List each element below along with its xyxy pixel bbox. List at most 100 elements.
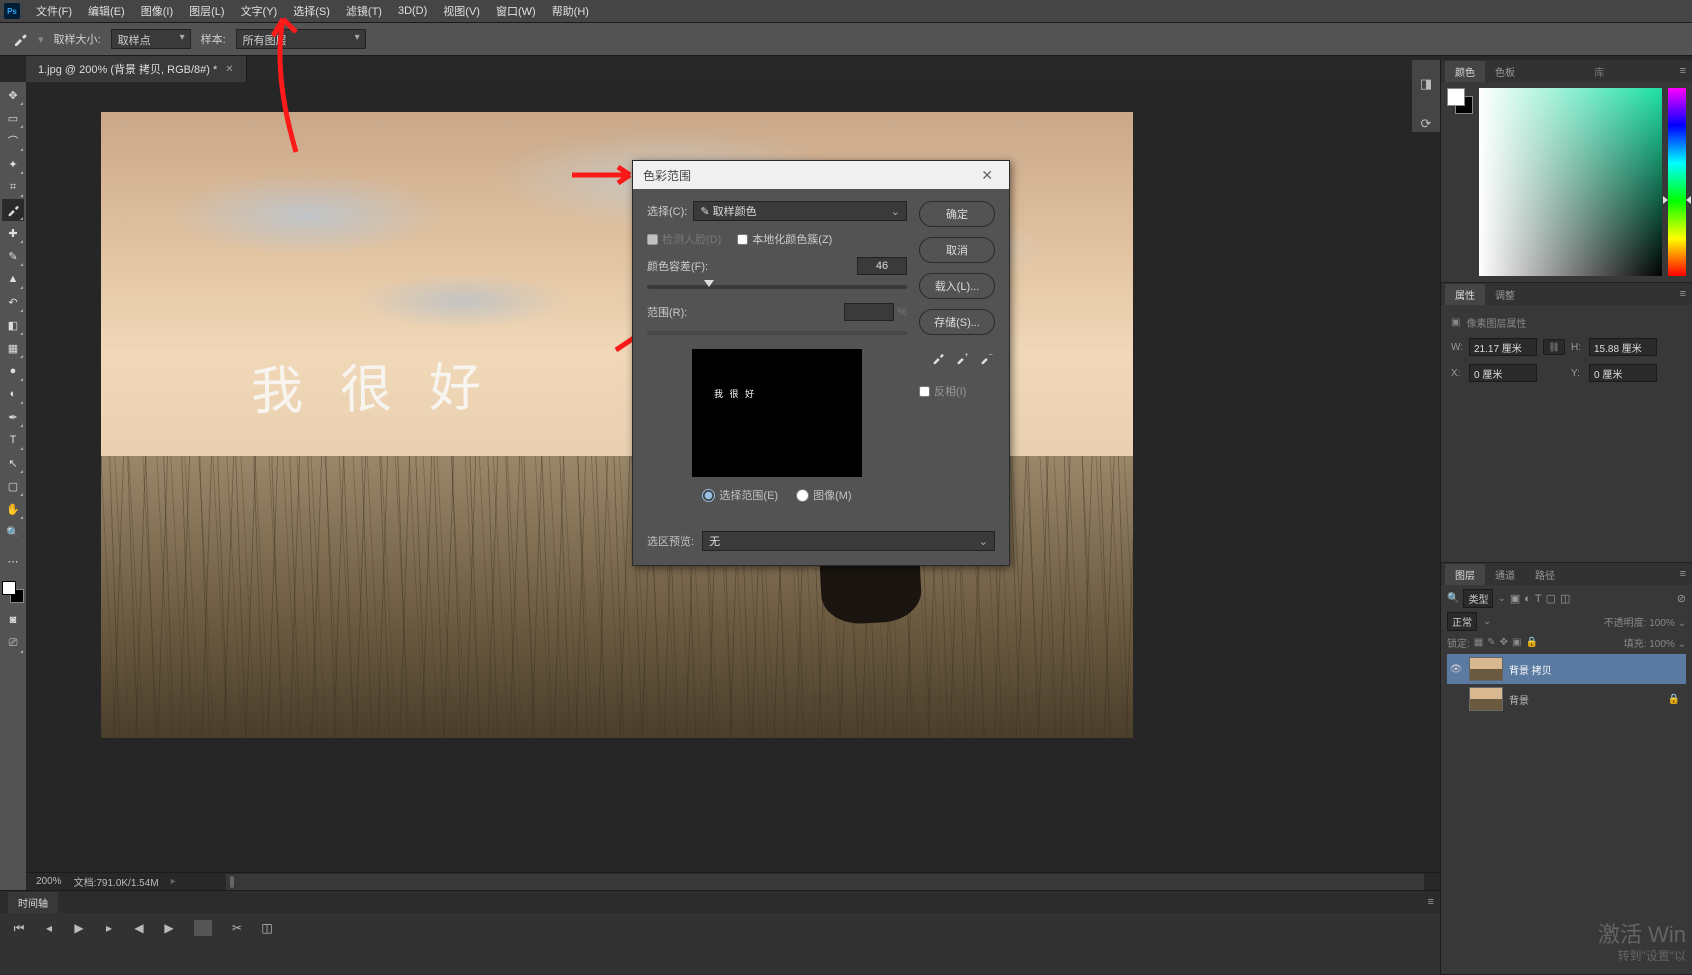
prev-keyframe-icon[interactable]: ◀ (130, 921, 148, 935)
eyedropper-add-icon[interactable]: + (953, 349, 971, 367)
tab-timeline[interactable]: 时间轴 (8, 892, 58, 913)
sample-select[interactable]: 所有图层 (236, 29, 366, 49)
panel-menu-icon[interactable]: ≡ (1674, 568, 1692, 580)
document-tab[interactable]: 1.jpg @ 200% (背景 拷贝, RGB/8#) * ✕ (26, 56, 247, 82)
menu-layer[interactable]: 图层(L) (181, 0, 232, 22)
tab-color[interactable]: 颜色 (1445, 61, 1485, 82)
menu-edit[interactable]: 编辑(E) (80, 0, 133, 22)
ok-button[interactable]: 确定 (919, 201, 995, 227)
filter-toggle[interactable]: ⊘ (1677, 592, 1686, 605)
panel-color-swatches[interactable] (1447, 88, 1473, 114)
magic-wand-tool[interactable]: ✦ (2, 153, 24, 175)
brush-tool[interactable]: ✎ (2, 245, 24, 267)
y-input[interactable] (1589, 364, 1657, 382)
selection-preview-dropdown[interactable]: 无 (702, 531, 995, 551)
color-field[interactable] (1479, 88, 1662, 276)
layer-item-copy[interactable]: 👁 背景 拷贝 (1447, 654, 1686, 684)
color-swatches[interactable] (2, 581, 24, 603)
menu-3d[interactable]: 3D(D) (390, 2, 435, 20)
menu-file[interactable]: 文件(F) (28, 0, 80, 22)
filter-smart-icon[interactable]: ◫ (1560, 592, 1570, 605)
stamp-tool[interactable]: ▲ (2, 268, 24, 290)
dialog-close-button[interactable]: ✕ (975, 167, 999, 184)
panel-menu-icon[interactable]: ≡ (1422, 896, 1440, 908)
eyedropper-icon[interactable] (12, 31, 28, 47)
menu-select[interactable]: 选择(S) (285, 0, 338, 22)
radio-selection[interactable]: 选择范围(E) (702, 487, 778, 503)
fuzziness-input[interactable] (857, 257, 907, 275)
tab-libraries[interactable]: 库 (1584, 61, 1614, 82)
shape-tool[interactable]: ▢ (2, 475, 24, 497)
save-button[interactable]: 存储(S)... (919, 309, 995, 335)
menu-help[interactable]: 帮助(H) (544, 0, 597, 22)
layer-item-background[interactable]: 👁 背景 🔒 (1447, 684, 1686, 714)
quick-mask[interactable]: ◙ (2, 609, 24, 631)
dodge-tool[interactable]: ◐ (2, 383, 24, 405)
menu-window[interactable]: 窗口(W) (488, 0, 544, 22)
menu-filter[interactable]: 滤镜(T) (338, 0, 390, 22)
history-brush-tool[interactable]: ↶ (2, 291, 24, 313)
invert-checkbox[interactable]: 反相(I) (919, 383, 995, 399)
lock-all-icon[interactable]: 🔒 (1525, 637, 1537, 648)
sample-size-select[interactable]: 取样点 (111, 29, 191, 49)
width-input[interactable] (1469, 338, 1537, 356)
visibility-icon[interactable]: 👁 (1449, 664, 1463, 675)
libraries-panel-icon[interactable]: ⟳ (1421, 116, 1432, 132)
layer-name[interactable]: 背景 拷贝 (1509, 662, 1552, 677)
pen-tool[interactable]: ✒ (2, 406, 24, 428)
lock-pos-icon[interactable]: ✥ (1500, 637, 1508, 648)
panel-menu-icon[interactable]: ≡ (1674, 65, 1692, 77)
fill-value[interactable]: 100% (1649, 639, 1675, 650)
menu-image[interactable]: 图像(I) (133, 0, 181, 22)
link-icon[interactable]: ⛓ (1543, 339, 1565, 355)
gradient-tool[interactable]: ▦ (2, 337, 24, 359)
type-tool[interactable]: T (2, 429, 24, 451)
edit-toolbar[interactable]: ⋯ (2, 550, 24, 572)
eraser-tool[interactable]: ◧ (2, 314, 24, 336)
tab-adjustments[interactable]: 调整 (1485, 284, 1525, 305)
close-icon[interactable]: ✕ (225, 64, 233, 75)
prev-frame-icon[interactable]: ◂ (40, 921, 58, 935)
h-scrollbar[interactable] (226, 874, 1424, 890)
lock-nest-icon[interactable]: ▣ (1512, 637, 1521, 648)
filter-adjust-icon[interactable]: ◐ (1524, 593, 1531, 605)
layer-name[interactable]: 背景 (1509, 692, 1529, 707)
select-dropdown[interactable]: ✎ 取样颜色 (693, 201, 907, 221)
lasso-tool[interactable]: ⌒ (2, 130, 24, 152)
next-keyframe-icon[interactable]: ▶ (160, 921, 178, 935)
filter-shape-icon[interactable]: ▢ (1546, 592, 1556, 605)
transition-icon[interactable]: ◫ (258, 921, 276, 935)
play-icon[interactable]: ▶ (70, 921, 88, 935)
hue-slider[interactable] (1668, 88, 1686, 276)
path-select-tool[interactable]: ↖ (2, 452, 24, 474)
fuzziness-slider[interactable] (647, 285, 907, 289)
healing-tool[interactable]: ✚ (2, 222, 24, 244)
crop-tool[interactable]: ⌗ (2, 176, 24, 198)
radio-image[interactable]: 图像(M) (796, 487, 852, 503)
height-input[interactable] (1589, 338, 1657, 356)
blur-tool[interactable]: ● (2, 360, 24, 382)
blend-mode-select[interactable]: 正常 (1447, 612, 1477, 631)
x-input[interactable] (1469, 364, 1537, 382)
move-tool[interactable]: ✥ (2, 84, 24, 106)
zoom-tool[interactable]: 🔍 (2, 521, 24, 543)
tab-paths[interactable]: 路径 (1525, 564, 1565, 585)
localized-checkbox[interactable]: 本地化颜色簇(Z) (737, 231, 832, 247)
layer-filter-kind[interactable]: 类型 (1463, 589, 1493, 608)
tab-layers[interactable]: 图层 (1445, 564, 1485, 585)
tab-channels[interactable]: 通道 (1485, 564, 1525, 585)
next-frame-icon[interactable]: ▸ (100, 921, 118, 935)
marquee-tool[interactable]: ▭ (2, 107, 24, 129)
filter-type-icon[interactable]: T (1535, 593, 1542, 605)
screen-mode[interactable]: ⎚ (2, 632, 24, 654)
menu-view[interactable]: 视图(V) (435, 0, 488, 22)
scissors-icon[interactable]: ✂ (228, 921, 246, 935)
zoom-level[interactable]: 200% (36, 876, 62, 887)
lock-trans-icon[interactable]: ▦ (1474, 637, 1483, 648)
dialog-titlebar[interactable]: 色彩范围 ✕ (633, 161, 1009, 189)
lock-paint-icon[interactable]: ✎ (1487, 637, 1495, 648)
eyedropper-sample-icon[interactable] (929, 349, 947, 367)
history-panel-icon[interactable]: ◨ (1420, 76, 1432, 92)
eyedropper-tool[interactable] (2, 199, 24, 221)
menu-type[interactable]: 文字(Y) (233, 0, 286, 22)
